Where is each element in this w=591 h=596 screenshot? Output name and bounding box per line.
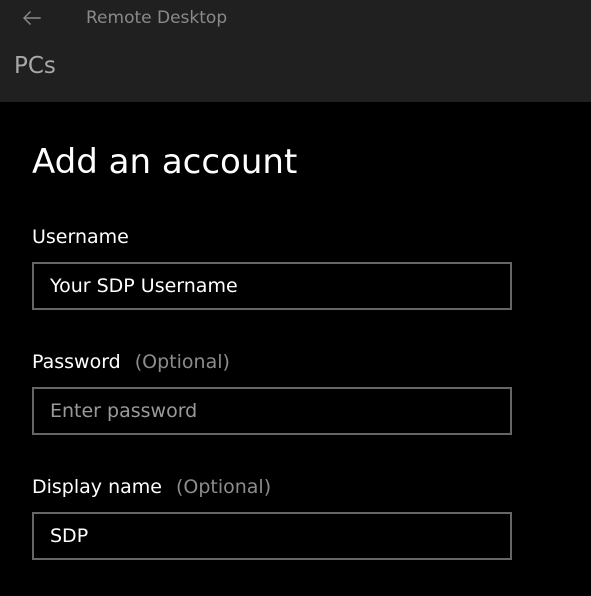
dialog-title: Add an account — [32, 142, 298, 182]
display-name-label: Display name (Optional) — [32, 476, 271, 498]
username-label: Username — [32, 226, 129, 248]
back-button[interactable] — [14, 3, 50, 33]
username-input[interactable] — [32, 262, 512, 310]
username-label-text: Username — [32, 226, 129, 248]
password-label-text: Password — [32, 351, 121, 373]
display-name-label-text: Display name — [32, 476, 162, 498]
back-arrow-icon — [23, 11, 41, 25]
password-input[interactable] — [32, 387, 512, 435]
remote-desktop-window: Remote Desktop PCs Add an account Userna… — [0, 0, 591, 596]
page-header: PCs — [14, 53, 56, 79]
display-name-optional-hint: (Optional) — [175, 476, 272, 498]
app-title: Remote Desktop — [86, 8, 228, 28]
password-optional-hint: (Optional) — [134, 351, 230, 373]
display-name-input[interactable] — [32, 512, 512, 560]
title-bar: Remote Desktop PCs — [0, 0, 591, 102]
password-label: Password (Optional) — [32, 351, 230, 373]
